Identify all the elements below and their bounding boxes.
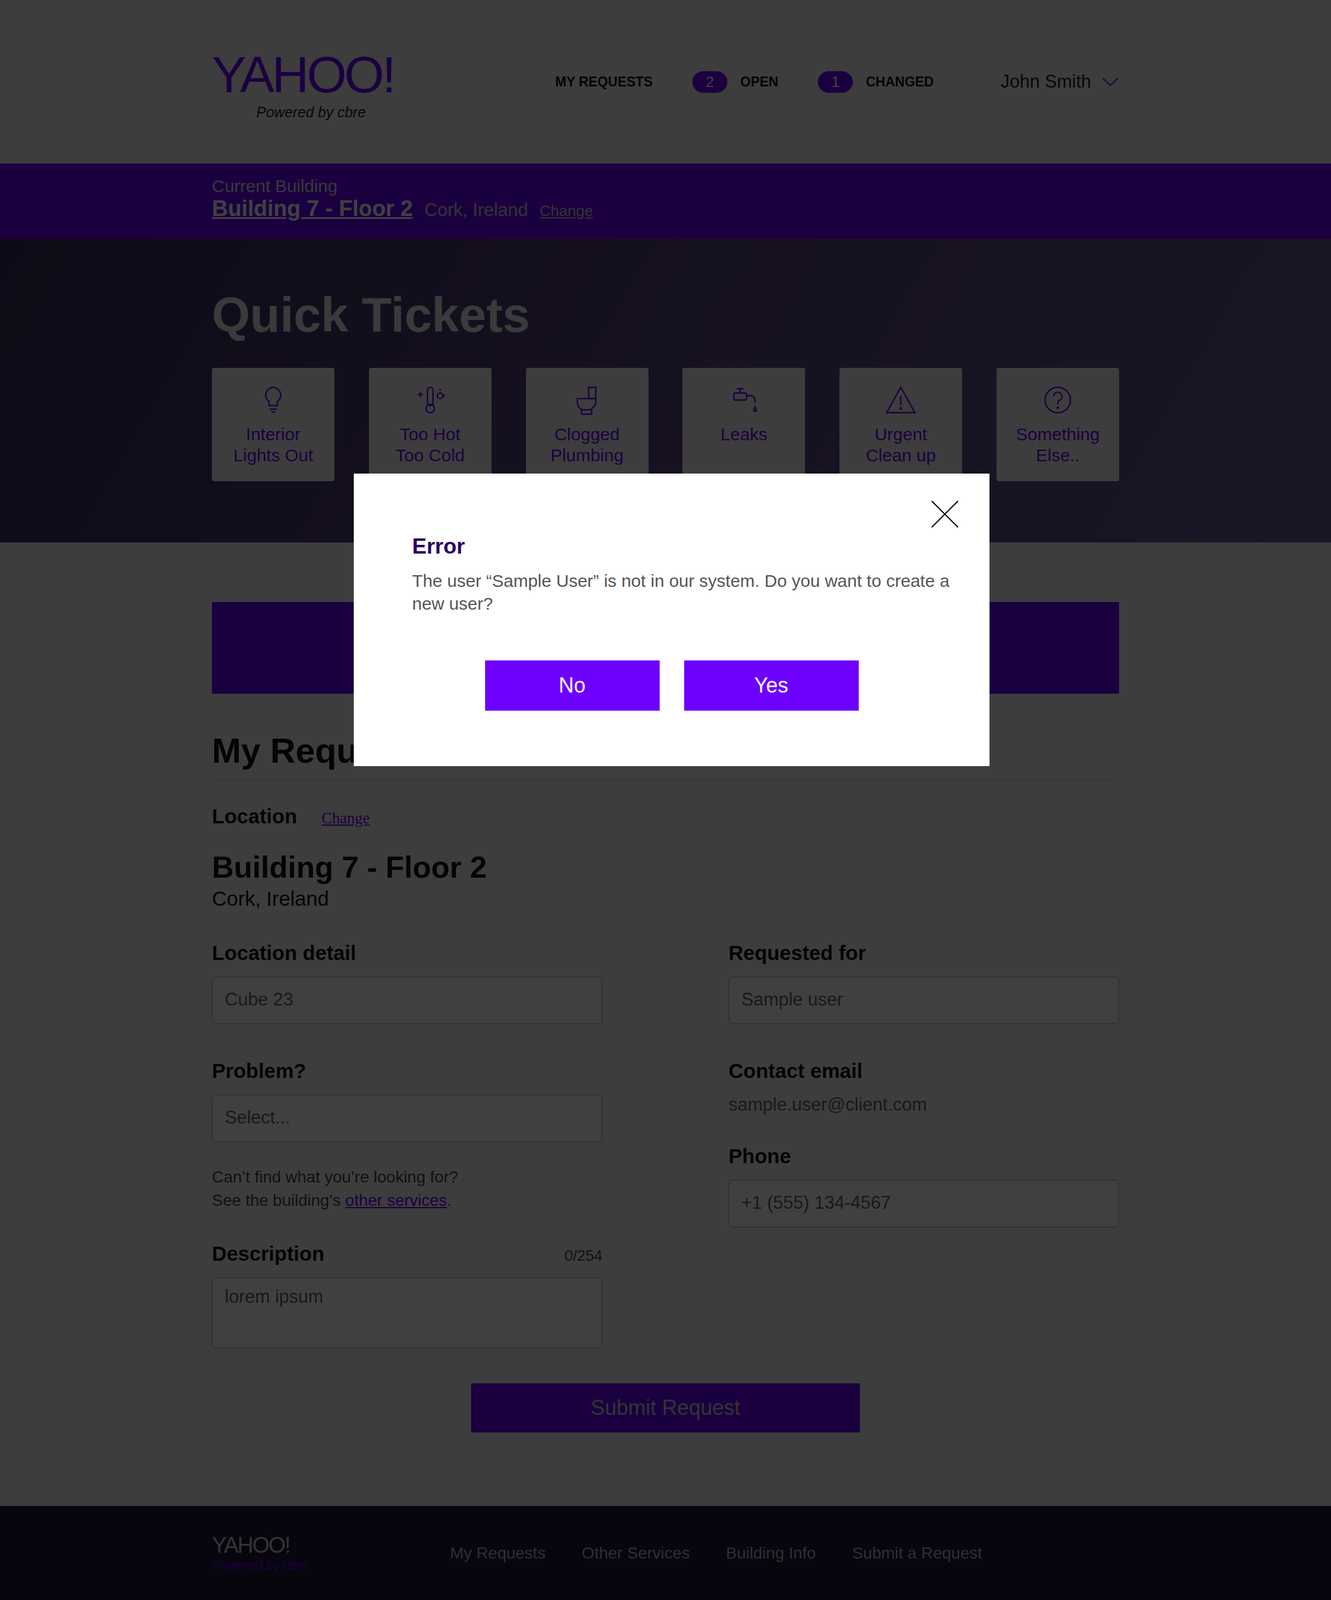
modal-overlay[interactable]	[0, 0, 1331, 1600]
close-icon[interactable]	[930, 499, 960, 529]
page: YAHOO!Powered by cbreMY REQUESTS2OPEN1CH…	[0, 0, 1331, 1600]
modal-button[interactable]: Yes	[684, 660, 859, 711]
modal-message: The user “Sample User” is not in our sys…	[412, 569, 967, 615]
modal-title: Error	[412, 534, 967, 559]
error-modal: Error The user “Sample User” is not in ou…	[353, 473, 990, 766]
modal-button[interactable]: No	[485, 660, 660, 711]
